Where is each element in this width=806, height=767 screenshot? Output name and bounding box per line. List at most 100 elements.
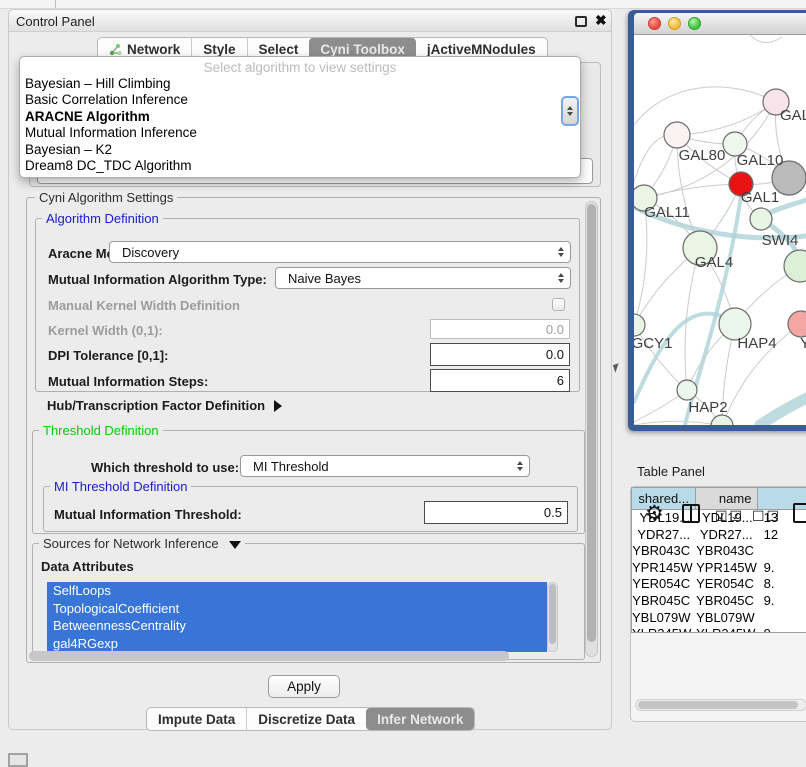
- collapsed-arrow-icon: [274, 400, 282, 412]
- table-row[interactable]: YBR043CYBR043C: [632, 543, 806, 560]
- table-row[interactable]: YBL079WYBL079W: [632, 610, 806, 627]
- table-cell: YBR043C: [632, 543, 696, 560]
- tab-label: Cyni Toolbox: [320, 42, 405, 57]
- minimized-panel-icon[interactable]: [8, 753, 28, 767]
- stepper-down-icon: [567, 112, 573, 116]
- kernel-width-label: Kernel Width (0,1):: [48, 323, 163, 338]
- which-threshold-combo[interactable]: MI Threshold: [240, 455, 530, 477]
- node-green-right[interactable]: [784, 250, 806, 282]
- float-panel-icon[interactable]: [575, 16, 587, 27]
- select-all-checkboxes-icon[interactable]: ☑☑: [715, 508, 744, 525]
- close-window-icon[interactable]: [648, 17, 661, 30]
- table-body: YDL19...YDL19...13YDR27...YDR27...12YBR0…: [632, 510, 806, 633]
- deselect-all-checkboxes-icon[interactable]: ☐☐: [752, 508, 781, 525]
- table-row[interactable]: YBR045CYBR045C9.: [632, 593, 806, 610]
- node-gal80[interactable]: [664, 122, 690, 148]
- network-edge: [750, 35, 782, 43]
- table-cell: 12: [759, 527, 806, 544]
- table-horizontal-scrollbar[interactable]: [635, 699, 806, 711]
- mi-algorithm-type-combo[interactable]: Naive Bayes: [275, 267, 571, 289]
- tab-impute-data[interactable]: Impute Data: [147, 708, 246, 730]
- node-label-gal80: GAL80: [679, 147, 726, 164]
- export-table-icon[interactable]: [793, 503, 806, 523]
- table-row[interactable]: YLR345WYLR345W9.: [632, 626, 806, 633]
- manual-kernel-width-checkbox[interactable]: [552, 298, 565, 311]
- algorithm-definition-group: Algorithm Definition Aracne Mode: Discov…: [35, 218, 580, 392]
- table-row[interactable]: YER054CYER054C8.: [632, 576, 806, 593]
- tab-discretize-data[interactable]: Discretize Data: [246, 708, 366, 730]
- attribute-betweennesscentrality[interactable]: BetweennessCentrality: [47, 617, 547, 635]
- control-panel-window: Control Panel ✖ NetworkStyleSelectCyni T…: [8, 9, 612, 730]
- apply-button[interactable]: Apply: [268, 675, 340, 698]
- node-label-gal: GAL: [780, 107, 806, 124]
- kernel-width-field[interactable]: 0.0: [430, 319, 570, 339]
- attributes-list-scrollbar[interactable]: [547, 582, 558, 652]
- table-row[interactable]: YPR145WYPR145W9.: [632, 560, 806, 577]
- which-threshold-label: Which threshold to use:: [91, 460, 239, 475]
- tab-infer-network[interactable]: Infer Network: [366, 708, 474, 730]
- network-canvas[interactable]: GALGAL80GAL10GAL1GAL11SWI4GAL4GCY1HAP4YH…: [634, 35, 806, 425]
- algorithm-option-dream8-dc-tdc-algorithm[interactable]: Dream8 DC_TDC Algorithm: [20, 158, 580, 174]
- mi-threshold-definition-group: MI Threshold Definition Mutual Informati…: [43, 486, 578, 532]
- algorithm-option-bayesian-hill-climbing[interactable]: Bayesian – Hill Climbing: [20, 76, 580, 92]
- algorithm-option-aracne-algorithm[interactable]: ARACNE Algorithm: [20, 109, 580, 125]
- tab-label: Style: [203, 42, 235, 57]
- mi-steps-label: Mutual Information Steps:: [48, 374, 208, 389]
- settings-vertical-scrollbar[interactable]: [585, 201, 598, 657]
- algorithm-option-basic-correlation-inference[interactable]: Basic Correlation Inference: [20, 92, 580, 108]
- table-cell: YLR345W: [632, 626, 696, 633]
- aracne-mode-combo[interactable]: Discovery: [109, 241, 571, 263]
- algorithm-option-mutual-information-inference[interactable]: Mutual Information Inference: [20, 125, 580, 141]
- network-edge: [644, 184, 741, 198]
- network-edge: [634, 421, 722, 425]
- attribute-selfloops[interactable]: SelfLoops: [47, 582, 547, 600]
- settings-horizontal-scroll-thumb[interactable]: [29, 651, 509, 661]
- table-cell: 9.: [759, 593, 806, 610]
- column-header-name[interactable]: name: [696, 488, 758, 509]
- table-cell: YER054C: [696, 576, 759, 593]
- expanded-arrow-icon[interactable]: [229, 541, 241, 549]
- dpi-tolerance-label: DPI Tolerance [0,1]:: [48, 348, 168, 363]
- table-cell: YPR145W: [632, 560, 696, 577]
- tab-label: jActiveMNodules: [427, 42, 536, 57]
- mi-threshold-field[interactable]: 0.5: [424, 501, 568, 524]
- algorithm-combo-stepper[interactable]: [561, 96, 579, 126]
- node-label-hap4: HAP4: [737, 335, 776, 352]
- bottom-tab-bar: Impute DataDiscretize DataInfer Network: [146, 707, 475, 731]
- network-view-window: GALGAL80GAL10GAL1GAL11SWI4GAL4GCY1HAP4YH…: [628, 10, 806, 431]
- hub-tf-definition-toggle[interactable]: Hub/Transcription Factor Definition: [47, 398, 282, 413]
- settings-vscroll-thumb[interactable]: [587, 204, 596, 642]
- algorithm-dropdown-popup: Select algorithm to view settings Bayesi…: [19, 56, 581, 178]
- node-swi4[interactable]: [750, 208, 772, 230]
- table-cell: YDR27...: [632, 527, 696, 544]
- table-cell: YBR045C: [632, 593, 696, 610]
- table-row[interactable]: YDR27...YDR27...12: [632, 527, 806, 544]
- node-bottom[interactable]: [711, 415, 733, 425]
- network-flow-edge: [760, 395, 806, 425]
- mi-steps-field[interactable]: 6: [430, 369, 570, 392]
- minimize-window-icon[interactable]: [668, 17, 681, 30]
- table-cell: YER054C: [632, 576, 696, 593]
- algorithm-definition-title: Algorithm Definition: [42, 211, 163, 226]
- gear-icon[interactable]: ⚙: [645, 501, 664, 526]
- node-hap2[interactable]: [677, 380, 697, 400]
- mi-threshold-label: Mutual Information Threshold:: [54, 507, 242, 522]
- close-panel-icon[interactable]: ✖: [595, 12, 607, 29]
- top-tick-mark: [55, 0, 56, 8]
- table-cell: 9.: [759, 560, 806, 577]
- attribute-topologicalcoefficient[interactable]: TopologicalCoefficient: [47, 600, 547, 618]
- network-tab-icon: [109, 43, 122, 56]
- attributes-list-scroll-thumb[interactable]: [549, 584, 556, 644]
- aracne-mode-value: Discovery: [110, 245, 558, 260]
- node-salmon[interactable]: [788, 311, 806, 337]
- attribute-gal4rgexp[interactable]: gal4RGexp: [47, 635, 547, 653]
- table-hscroll-thumb[interactable]: [638, 701, 798, 709]
- data-attributes-list: SelfLoopsTopologicalCoefficientBetweenne…: [47, 582, 547, 652]
- zoom-window-icon[interactable]: [688, 17, 701, 30]
- dpi-tolerance-field[interactable]: 0.0: [430, 343, 570, 366]
- algorithm-option-bayesian-k2[interactable]: Bayesian – K2: [20, 142, 580, 158]
- network-edge: [677, 102, 776, 135]
- split-columns-icon[interactable]: [682, 504, 700, 523]
- node-gcy1[interactable]: [634, 314, 645, 336]
- node-label-swi4: SWI4: [762, 232, 799, 249]
